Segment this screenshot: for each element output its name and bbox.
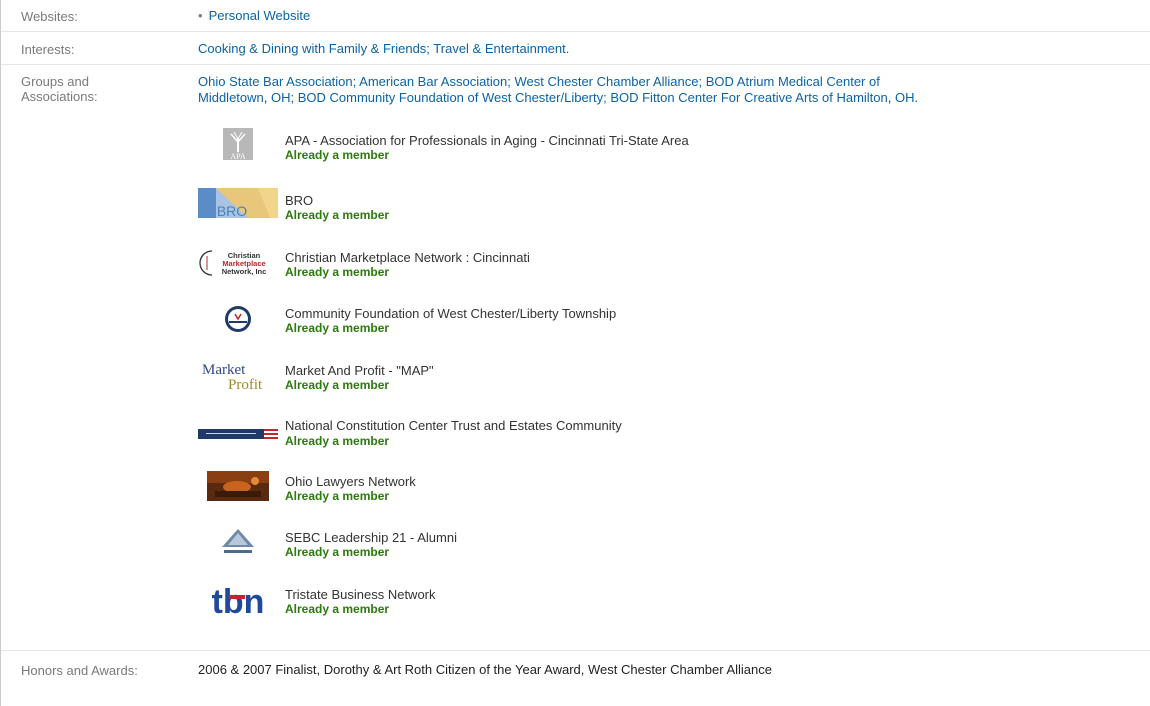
separator: , [887,90,895,105]
group-status-ohio-lawyers-network: Already a member [285,489,390,503]
row-divider [1,31,1150,32]
interests-value: Cooking & Dining with Family & Friends; … [198,41,569,57]
groups-line1-link[interactable]: Ohio State Bar Association; American Bar… [198,74,880,89]
group-name-apa[interactable]: APA - Association for Professionals in A… [285,133,689,148]
group-name-market-and-profit[interactable]: Market And Profit - "MAP" [285,363,434,378]
map-logo-text-2: Profit [228,377,263,392]
group-name-bro[interactable]: BRO [285,193,313,208]
group-status-community-foundation: Already a member [285,321,390,335]
bro-logo-text: BRO [217,203,247,218]
oh-end-link[interactable]: OH. [895,90,918,105]
group-status-christian-marketplace: Already a member [285,265,390,279]
apa-logo[interactable]: APA [198,128,278,160]
interests-label: Interests: [21,42,75,57]
group-status-bro: Already a member [285,208,390,222]
group-status-national-constitution-center: Already a member [285,434,390,448]
group-status-sebc-leadership: Already a member [285,545,390,559]
apa-logo-text: APA [230,152,245,160]
cm-logo-text-3: Network, Inc [222,267,267,276]
tbn-logo-text: tbn [212,583,265,617]
groups-associations-text: Ohio State Bar Association; American Bar… [198,74,1143,106]
middletown-link[interactable]: Middletown [198,90,264,105]
groups-line2-link[interactable]: ; BOD Community Foundation of West Chest… [291,90,888,105]
group-name-national-constitution-center[interactable]: National Constitution Center Trust and E… [285,418,622,433]
group-name-christian-marketplace[interactable]: Christian Marketplace Network : Cincinna… [285,250,530,265]
profile-additional-info: Websites: • Personal Website Interests: C… [0,0,1150,706]
christian-marketplace-logo[interactable]: Christian Marketplace Network, Inc [198,247,278,279]
market-and-profit-logo[interactable]: Market Profit [198,360,278,392]
groups-label: Groups and Associations: [21,74,181,104]
sebc-leadership-logo[interactable] [198,526,278,558]
honors-label: Honors and Awards: [21,663,138,678]
tristate-business-network-logo[interactable]: tbn [198,583,278,617]
group-name-tristate-business-network[interactable]: Tristate Business Network [285,587,436,602]
groups-label-line2: Associations: [21,89,98,104]
ohio-lawyers-network-logo[interactable] [198,470,278,502]
group-status-apa: Already a member [285,148,390,162]
group-name-community-foundation[interactable]: Community Foundation of West Chester/Lib… [285,306,616,321]
bro-logo[interactable]: BRO [198,187,278,219]
national-constitution-center-logo[interactable] [198,418,278,450]
oh-link[interactable]: OH [271,90,291,105]
group-name-ohio-lawyers-network[interactable]: Ohio Lawyers Network [285,474,416,489]
group-name-sebc-leadership[interactable]: SEBC Leadership 21 - Alumni [285,530,457,545]
honors-value: 2006 & 2007 Finalist, Dorothy & Art Roth… [198,662,772,677]
websites-label: Websites: [21,9,78,24]
separator: , [263,90,271,105]
groups-label-line1: Groups and [21,74,89,89]
interests-link[interactable]: Cooking & Dining with Family & Friends; … [198,41,569,56]
community-foundation-logo[interactable] [198,303,278,335]
personal-website-link[interactable]: Personal Website [209,8,311,23]
group-status-tristate-business-network: Already a member [285,602,390,616]
row-divider [1,650,1150,651]
websites-list: • Personal Website [198,8,310,24]
bullet: • [198,8,203,23]
row-divider [1,64,1150,65]
group-status-market-and-profit: Already a member [285,378,390,392]
map-logo-text-1: Market [202,362,246,378]
